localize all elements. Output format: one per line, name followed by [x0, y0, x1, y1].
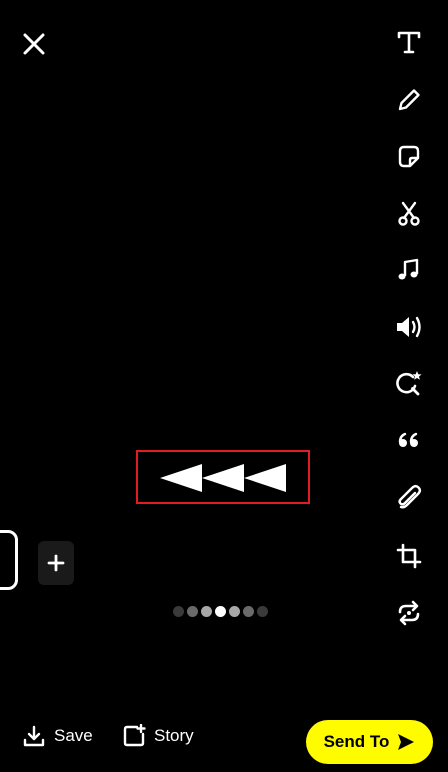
- scissors-tool-button[interactable]: [393, 198, 425, 230]
- save-label: Save: [54, 726, 93, 745]
- paperclip-icon: [398, 484, 422, 509]
- volume-icon: [397, 316, 421, 338]
- rewind-icon: [160, 464, 286, 492]
- page-dot: [257, 606, 268, 617]
- story-add-icon: [123, 724, 146, 747]
- close-icon: [23, 33, 45, 55]
- text-icon: [397, 31, 421, 54]
- close-button[interactable]: [20, 30, 48, 58]
- page-dot: [229, 606, 240, 617]
- sound-tool-button[interactable]: [393, 311, 425, 343]
- attach-tool-button[interactable]: [393, 482, 425, 514]
- add-frame-button[interactable]: [38, 541, 74, 585]
- quote-icon: [398, 432, 418, 447]
- story-label: Story: [154, 726, 194, 745]
- music-icon: [398, 258, 419, 280]
- crop-tool-button[interactable]: [393, 540, 425, 572]
- frame-thumbnail[interactable]: [0, 530, 18, 590]
- sticker-tool-button[interactable]: [393, 141, 425, 173]
- save-button[interactable]: Save: [22, 724, 93, 748]
- download-icon: [23, 725, 45, 747]
- loop-icon: [398, 600, 420, 626]
- story-button[interactable]: Story: [122, 724, 194, 748]
- lens-search-icon: [396, 371, 422, 396]
- lens-tool-button[interactable]: [393, 368, 425, 400]
- loop-tool-button[interactable]: [393, 597, 425, 629]
- send-to-label: Send To: [323, 732, 390, 751]
- send-arrow-icon: [398, 734, 415, 750]
- pencil-icon: [398, 89, 420, 111]
- quote-tool-button[interactable]: [393, 425, 425, 457]
- crop-icon: [396, 543, 422, 569]
- page-dot: [201, 606, 212, 617]
- page-dot: [187, 606, 198, 617]
- send-to-button[interactable]: Send To: [306, 720, 433, 764]
- music-tool-button[interactable]: [393, 254, 425, 286]
- scissors-icon: [398, 201, 420, 226]
- page-indicator: [173, 606, 268, 617]
- rewind-sticker[interactable]: [160, 463, 288, 493]
- plus-icon: [47, 554, 65, 572]
- page-dot-active: [215, 606, 226, 617]
- page-dot: [173, 606, 184, 617]
- text-tool-button[interactable]: [393, 26, 425, 58]
- draw-tool-button[interactable]: [393, 84, 425, 116]
- page-dot: [243, 606, 254, 617]
- sticker-icon: [398, 145, 420, 168]
